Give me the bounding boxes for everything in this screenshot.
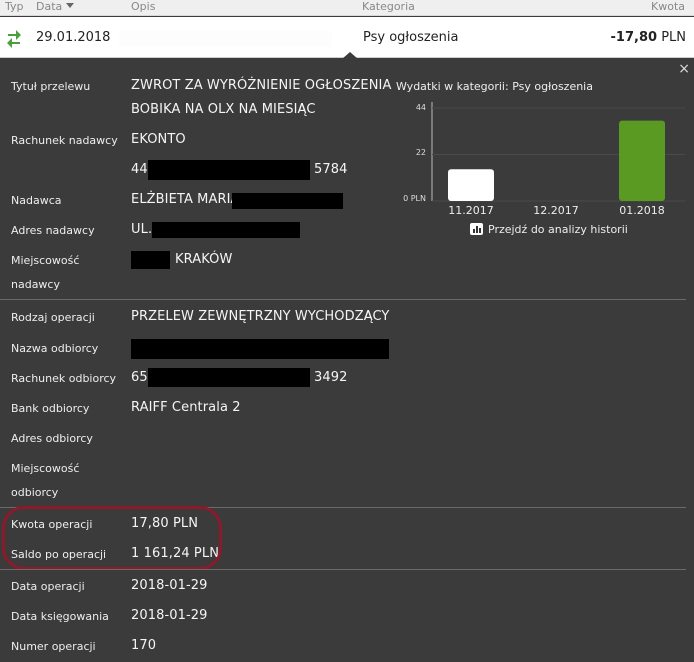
- rachunek-odbiorcy-suffix: 3492: [314, 370, 348, 385]
- bank-odbiorcy-label: Bank odbiorcy: [11, 402, 90, 415]
- expenses-bar-chart: [431, 102, 685, 202]
- chart-bar-11.2017: [448, 169, 494, 201]
- redaction-bar: [232, 193, 343, 209]
- transaction-currency: PLN: [661, 30, 686, 45]
- y-tick-label: 0 PLN: [403, 194, 426, 203]
- miejscowosc-odbiorcy-label2: odbiorcy: [11, 486, 59, 499]
- chart-title: Wydatki w kategorii: Psy ogłoszenia: [396, 80, 593, 93]
- redaction-bar: [131, 251, 170, 269]
- y-tick-label: 44: [415, 103, 426, 112]
- history-analysis-label: Przejdź do analizy historii: [488, 223, 628, 236]
- transaction-amount: -17,80 PLN: [611, 30, 686, 45]
- annotation-highlight: [2, 506, 222, 570]
- transaction-description-redacted: [119, 31, 332, 47]
- rachunek-nadawcy-label: Rachunek nadawcy: [11, 134, 118, 147]
- chart-bar-01.2018: [619, 120, 665, 201]
- data-operacji-value: 2018-01-29: [131, 578, 208, 593]
- chart-icon: [470, 223, 483, 235]
- column-data[interactable]: Data: [36, 0, 75, 14]
- redaction-bar: [131, 339, 389, 359]
- redaction-bar: [148, 160, 310, 180]
- column-typ[interactable]: Typ: [5, 0, 24, 14]
- numer-operacji-value: 170: [131, 638, 157, 653]
- data-ksiegowania-label: Data księgowania: [11, 610, 109, 623]
- panel-pointer: [342, 52, 358, 59]
- divider: [0, 569, 686, 570]
- y-tick-label: 22: [415, 148, 426, 157]
- redaction-bar: [148, 368, 310, 387]
- divider: [0, 299, 686, 300]
- column-data-label: Data: [36, 0, 63, 13]
- adres-nadawcy-value: UL.: [131, 222, 153, 237]
- column-kwota[interactable]: Kwota: [651, 0, 685, 14]
- sort-down-icon: [66, 3, 75, 8]
- nadawca-value: ELŻBIETA MARIA: [131, 192, 240, 207]
- tytul-przelewu-line1: ZWROT ZA WYRÓŻNIENIE OGŁOSZENIA: [131, 78, 392, 93]
- transfer-arrows-icon: [7, 30, 21, 48]
- nadawca-label: Nadawca: [11, 194, 62, 207]
- miejscowosc-odbiorcy-label1: Miejscowość: [11, 462, 80, 475]
- transaction-amount-value: -17,80: [610, 30, 658, 45]
- miejscowosc-nadawcy-label1: Miejscowość: [11, 254, 80, 267]
- adres-odbiorcy-label: Adres odbiorcy: [11, 432, 93, 445]
- transaction-row[interactable]: 29.01.2018 Psy ogłoszenia -17,80 PLN: [0, 17, 694, 59]
- redaction-bar: [152, 222, 300, 238]
- data-operacji-label: Data operacji: [11, 580, 85, 593]
- column-kategoria[interactable]: Kategoria: [362, 0, 415, 14]
- rachunek-odbiorcy-label: Rachunek odbiorcy: [11, 372, 117, 385]
- tytul-przelewu-line2: BOBIKA NA OLX NA MIESIĄC: [131, 102, 316, 117]
- tytul-przelewu-label: Tytuł przelewu: [11, 80, 91, 93]
- bank-odbiorcy-value: RAIFF Centrala 2: [131, 400, 241, 415]
- miejscowosc-nadawcy-label2: nadawcy: [11, 278, 60, 291]
- x-tick-label: 11.2017: [448, 204, 494, 217]
- transaction-category: Psy ogłoszenia: [363, 30, 459, 45]
- rachunek-nadawcy-suffix: 5784: [314, 162, 348, 177]
- adres-nadawcy-label: Adres nadawcy: [11, 224, 95, 237]
- rachunek-nadawcy-name: EKONTO: [131, 132, 186, 147]
- x-tick-label: 01.2018: [619, 204, 665, 217]
- nazwa-odbiorcy-label: Nazwa odbiorcy: [11, 342, 99, 355]
- rachunek-odbiorcy-prefix: 65: [131, 370, 148, 385]
- column-opis[interactable]: Opis: [131, 0, 155, 14]
- history-analysis-link[interactable]: Przejdź do analizy historii: [470, 223, 628, 236]
- numer-operacji-label: Numer operacji: [11, 640, 96, 653]
- column-header: Typ Data Opis Kategoria Kwota: [0, 0, 694, 16]
- miejscowosc-nadawcy-value: KRAKÓW: [175, 252, 233, 267]
- close-icon[interactable]: ×: [678, 61, 690, 77]
- x-tick-label: 12.2017: [533, 204, 579, 217]
- rachunek-nadawcy-prefix: 44: [131, 162, 148, 177]
- rodzaj-operacji-value: PRZELEW ZEWNĘTRZNY WYCHODZĄCY: [131, 309, 390, 324]
- rodzaj-operacji-label: Rodzaj operacji: [11, 311, 95, 324]
- data-ksiegowania-value: 2018-01-29: [131, 608, 208, 623]
- transaction-date: 29.01.2018: [36, 30, 111, 45]
